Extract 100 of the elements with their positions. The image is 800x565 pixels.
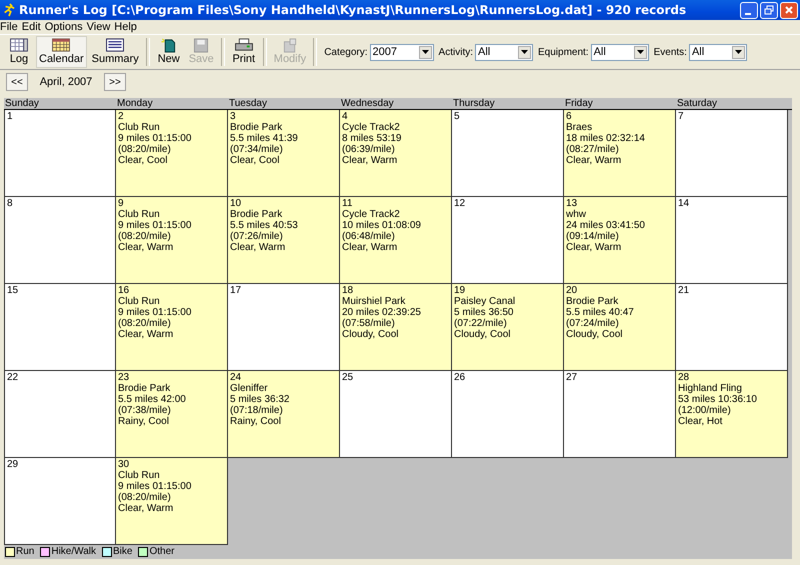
day-number: 25 [342,372,354,383]
entry-text: (08:27/mile) [566,144,620,155]
menu-item[interactable]: Help [113,21,140,33]
entry-text: Highland Fling [678,383,743,394]
day-number: 11 [342,198,354,209]
day-number: 22 [7,372,20,383]
entry-text: Cloudy, Cool [342,329,400,340]
next-month-button[interactable]: >> [104,73,126,91]
entry-text: 24 miles 03:41:50 [566,220,646,231]
day-number: 30 [118,459,130,470]
entry-text: 20 miles 02:39:25 [342,307,422,318]
calendar-day[interactable]: 22 [4,371,116,458]
entry-text: (07:22/mile) [454,318,508,329]
entry-text: Clear, Cool [230,155,280,166]
entry-text: 5 miles 36:50 [454,307,514,318]
calendar-day[interactable]: 10 Brodie Park 5.5 miles 40:53 (07:26/mile) Clear, Warm [228,197,340,284]
weekday-header: Monday [116,98,154,109]
previous-month-button[interactable]: << [6,73,28,91]
day-number: 2 [118,111,125,122]
toolbar-button[interactable]: Summary [88,36,142,68]
entry-text: (08:20/mile) [118,231,172,242]
calendar-day[interactable]: 30 Club Run 9 miles 01:15:00 (08:20/mile) Clear, Warm [116,458,228,545]
legend-label: Other [149,546,174,557]
calendar-day[interactable]: 18 Muirshiel Park 20 miles 02:39:25 (07:58/mile) Cloudy, Cool [340,284,452,371]
menu-item[interactable]: File [0,21,21,33]
filter-label: Activity: [438,46,473,58]
calendar-day[interactable]: 1 [4,110,116,197]
calendar-day[interactable]: 5 [452,110,564,197]
dropdown-arrow-icon [636,50,644,54]
entry-text: 5.5 miles 42:00 [118,394,187,405]
menu-item[interactable]: View [86,21,114,33]
calendar-day[interactable]: 27 [564,371,676,458]
toolbar-button[interactable]: Log [4,36,34,68]
calendar-day[interactable]: 13 whw 24 miles 03:41:50 (09:14/mile) Clear, Warm [564,197,676,284]
entry-text: Clear, Warm [230,242,286,253]
entry-text: Paisley Canal [454,296,516,307]
filter-dropdown[interactable]: All [688,44,747,60]
calendar-day[interactable]: 21 [676,284,788,371]
calendar-day[interactable]: 8 [4,197,116,284]
calendar-day[interactable]: 7 [676,110,788,197]
day-number: 5 [454,111,461,122]
menu-item[interactable]: Edit [20,21,44,33]
entry-text: Clear, Warm [118,242,174,253]
day-number: 20 [566,285,578,296]
restore-icon [764,5,774,15]
calendar-day[interactable]: 24 Gleniffer 5 miles 36:32 (07:18/mile) Rainy, Cool [228,371,340,458]
toolbar-button[interactable]: New [154,36,184,68]
dropdown-arrow-icon [521,50,528,54]
entry-text: (08:20/mile) [118,144,172,155]
close-button[interactable] [780,2,798,18]
calendar-day[interactable]: 19 Paisley Canal 5 miles 36:50 (07:22/mile) Cloudy, Cool [452,284,564,371]
entry-text: Cloudy, Cool [566,329,624,340]
entry-text: Clear, Warm [566,155,622,166]
minimize-icon [744,13,750,15]
day-number: 7 [678,111,685,122]
calendar-day[interactable]: 16 Club Run 9 miles 01:15:00 (08:20/mile) Clear, Warm [116,284,228,371]
filter-dropdown[interactable]: All [590,44,649,60]
entry-text: Clear, Warm [118,329,174,340]
toolbar-button[interactable]: Print [228,36,259,68]
calendar-day[interactable]: 2 Club Run 9 miles 01:15:00 (08:20/mile) Clear, Cool [116,110,228,197]
printer-icon [234,38,254,53]
runner-icon [3,3,15,17]
entry-text: Clear, Warm [342,155,398,166]
minimize-button[interactable] [740,2,758,18]
menu-item[interactable]: Options [44,21,86,33]
day-number: 16 [118,285,130,296]
entry-text: 5 miles 36:32 [230,394,290,405]
calendar-day[interactable]: 29 [4,458,116,545]
calendar-day[interactable]: 12 [452,197,564,284]
toolbar-button[interactable]: Calendar [36,36,87,68]
restore-button[interactable] [760,2,778,18]
entry-text: 9 miles 01:15:00 [118,133,192,144]
calendar-day[interactable]: 15 [4,284,116,371]
calendar-day[interactable]: 26 [452,371,564,458]
calendar-day[interactable]: 25 [340,371,452,458]
entry-text: (08:20/mile) [118,492,172,503]
day-number: 28 [678,372,690,383]
entry-text: (12:00/mile) [678,405,732,416]
weekday-header: Thursday [452,98,496,109]
filter-dropdown[interactable]: 2007 [370,44,434,60]
entry-text: Muirshiel Park [342,296,406,307]
day-number: 10 [230,198,242,209]
calendar-day[interactable]: 14 [676,197,788,284]
calendar-day[interactable]: 20 Brodie Park 5.5 miles 40:47 (07:24/mile) Cloudy, Cool [564,284,676,371]
entry-text: Clear, Warm [118,503,174,514]
calendar-day[interactable]: 28 Highland Fling 53 miles 10:36:10 (12:00/mile) Clear, Hot [676,371,788,458]
entry-text: Brodie Park [230,122,284,133]
calendar-day[interactable]: 11 Cycle Track2 10 miles 01:08:09 (06:48/mile) Clear, Warm [340,197,452,284]
dropdown-arrow-icon [734,50,742,54]
filter-dropdown[interactable]: All [475,44,533,60]
calendar-day[interactable]: 23 Brodie Park 5.5 miles 42:00 (07:38/mile) Rainy, Cool [116,371,228,458]
entry-text: 9 miles 01:15:00 [118,307,192,318]
calendar-day[interactable]: 9 Club Run 9 miles 01:15:00 (08:20/mile) Clear, Warm [116,197,228,284]
calendar-day[interactable]: 4 Cycle Track2 8 miles 53:19 (06:39/mile) Clear, Warm [340,110,452,197]
calendar-day[interactable]: 6 Braes 18 miles 02:32:14 (08:27/mile) Clear, Warm [564,110,676,197]
weekday-header: Wednesday [340,98,395,109]
calendar-day[interactable]: 3 Brodie Park 5.5 miles 41:39 (07:34/mile) Clear, Cool [228,110,340,197]
entry-text: Brodie Park [118,383,172,394]
calendar-day[interactable]: 17 [228,284,340,371]
entry-text: (07:26/mile) [230,231,284,242]
